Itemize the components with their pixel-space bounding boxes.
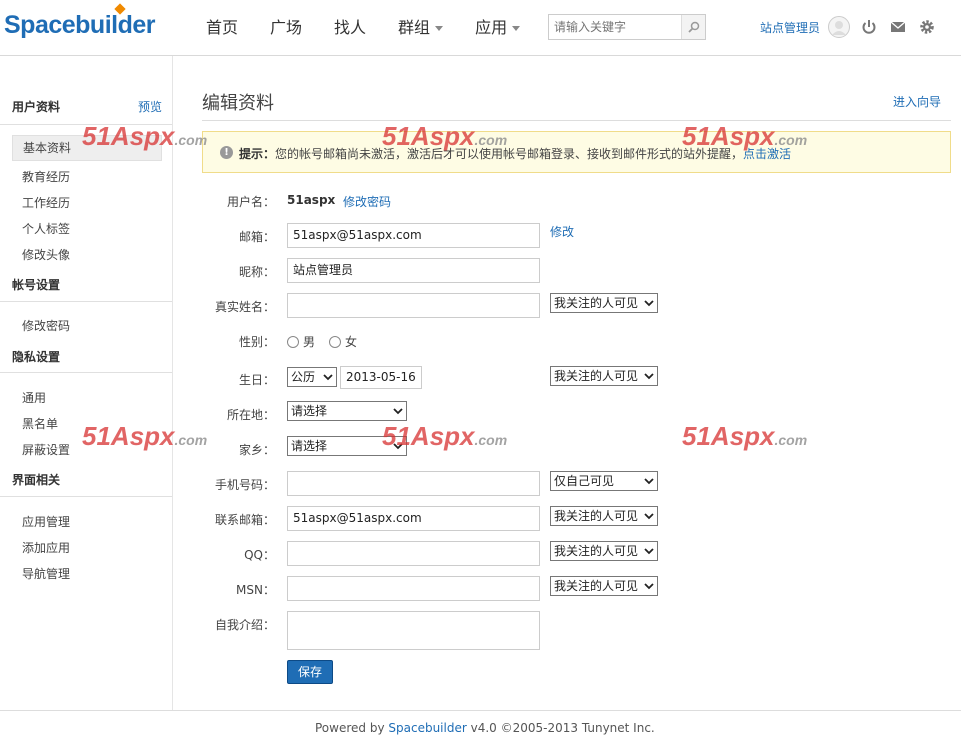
- sidebar-item-app-management[interactable]: 应用管理: [22, 513, 70, 530]
- contact-email-label: 联系邮箱：: [214, 513, 275, 527]
- realname-label: 真实姓名：: [214, 300, 275, 314]
- sidebar-item-general[interactable]: 通用: [22, 389, 46, 406]
- nav-plaza[interactable]: 广场: [254, 0, 318, 56]
- power-icon[interactable]: [860, 18, 878, 36]
- sidebar-item-education[interactable]: 教育经历: [22, 168, 70, 185]
- username-value: 51aspx: [287, 193, 336, 207]
- search-button[interactable]: [681, 15, 705, 39]
- contact-email-privacy-select[interactable]: 我关注的人可见: [550, 506, 658, 526]
- sidebar-heading-account: 帐号设置: [12, 278, 61, 292]
- watermark: 51Aspx.com: [82, 421, 208, 451]
- birthday-privacy-select[interactable]: 我关注的人可见: [550, 366, 658, 386]
- msn-field[interactable]: [287, 576, 540, 601]
- calendar-type-select[interactable]: 公历: [287, 367, 337, 387]
- page-title: 编辑资料: [202, 93, 274, 114]
- chevron-down-icon: [644, 513, 654, 520]
- chevron-down-icon: [644, 478, 654, 485]
- divider: [0, 496, 172, 497]
- divider: [0, 372, 172, 373]
- settings-sidebar: 用户资料 预览 基本资料 教育经历 工作经历 个人标签 修改头像 帐号设置 修改…: [0, 56, 173, 710]
- alert-icon: !: [220, 146, 233, 159]
- nav-apps[interactable]: 应用: [459, 0, 536, 56]
- chevron-down-icon: [644, 373, 654, 380]
- nickname-field[interactable]: 站点管理员: [287, 258, 540, 283]
- divider: [0, 710, 961, 711]
- birthday-label: 生日：: [238, 373, 275, 387]
- mobile-privacy-select[interactable]: 仅自己可见: [550, 471, 658, 491]
- sidebar-item-tags[interactable]: 个人标签: [22, 220, 70, 237]
- gender-female-radio[interactable]: [329, 336, 341, 348]
- watermark: 51Aspx.com: [382, 421, 508, 451]
- qq-privacy-select[interactable]: 我关注的人可见: [550, 541, 658, 561]
- watermark: 51Aspx.com: [682, 121, 808, 151]
- chevron-down-icon: [644, 300, 654, 307]
- username-label: 用户名：: [226, 195, 275, 209]
- msn-privacy-select[interactable]: 我关注的人可见: [550, 576, 658, 596]
- divider: [202, 120, 951, 121]
- hometown-label: 家乡：: [238, 443, 275, 457]
- email-field[interactable]: 51aspx@51aspx.com: [287, 223, 540, 248]
- mobile-label: 手机号码：: [214, 478, 275, 492]
- watermark: 51Aspx.com: [82, 121, 208, 151]
- sidebar-item-avatar[interactable]: 修改头像: [22, 246, 70, 263]
- sidebar-heading-profile: 用户资料: [12, 100, 61, 114]
- nav-home[interactable]: 首页: [190, 0, 254, 56]
- top-navbar: Spacebuilder 首页 广场 找人 群组 应用 站点管理员: [0, 0, 961, 56]
- sidebar-item-nav-management[interactable]: 导航管理: [22, 565, 70, 582]
- change-password-link[interactable]: 修改密码: [343, 193, 391, 210]
- contact-email-field[interactable]: 51aspx@51aspx.com: [287, 506, 540, 531]
- chevron-down-icon: [393, 408, 403, 415]
- gender-female-label: 女: [345, 335, 358, 349]
- birthday-date-field[interactable]: 2013-05-16: [340, 366, 422, 389]
- activation-notice: ! 提示：您的帐号邮箱尚未激活，激活后才可以使用帐号邮箱登录、接收到邮件形式的站…: [202, 131, 951, 173]
- gender-male-label: 男: [303, 335, 316, 349]
- save-button[interactable]: 保存: [287, 660, 333, 684]
- wizard-link[interactable]: 进入向导: [893, 93, 941, 110]
- footer-brand-link[interactable]: Spacebuilder: [388, 721, 466, 735]
- sidebar-item-change-password[interactable]: 修改密码: [22, 317, 70, 334]
- intro-label: 自我介绍：: [214, 618, 275, 632]
- divider: [0, 301, 172, 302]
- intro-textarea[interactable]: [287, 611, 540, 650]
- sidebar-item-block-settings[interactable]: 屏蔽设置: [22, 441, 70, 458]
- realname-field[interactable]: [287, 293, 540, 318]
- sidebar-heading-privacy: 隐私设置: [12, 350, 61, 364]
- chevron-down-icon: [512, 26, 521, 31]
- site-logo[interactable]: Spacebuilder: [4, 3, 156, 40]
- main-nav: 首页 广场 找人 群组 应用: [190, 0, 536, 56]
- search-input[interactable]: [549, 15, 681, 39]
- preview-link[interactable]: 预览: [138, 98, 162, 115]
- sidebar-item-blacklist[interactable]: 黑名单: [22, 415, 58, 432]
- chevron-down-icon: [323, 374, 333, 381]
- realname-privacy-select[interactable]: 我关注的人可见: [550, 293, 658, 313]
- qq-field[interactable]: [287, 541, 540, 566]
- chevron-down-icon: [644, 583, 654, 590]
- chevron-down-icon: [644, 548, 654, 555]
- sidebar-item-add-app[interactable]: 添加应用: [22, 539, 70, 556]
- chevron-down-icon: [435, 26, 444, 31]
- nav-find-people[interactable]: 找人: [318, 0, 382, 56]
- mobile-field[interactable]: [287, 471, 540, 496]
- mail-icon[interactable]: [889, 18, 907, 36]
- qq-label: QQ：: [244, 548, 275, 562]
- footer: Powered by Spacebuilder v4.0 ©2005-2013 …: [315, 721, 655, 735]
- sidebar-item-work[interactable]: 工作经历: [22, 194, 70, 211]
- gender-male-radio[interactable]: [287, 336, 299, 348]
- nav-groups[interactable]: 群组: [382, 0, 459, 56]
- search-box: [548, 14, 706, 40]
- gender-label: 性别：: [238, 335, 275, 349]
- watermark: 51Aspx.com: [382, 121, 508, 151]
- sidebar-heading-ui: 界面相关: [12, 473, 61, 487]
- email-label: 邮箱：: [238, 230, 275, 244]
- user-name-link[interactable]: 站点管理员: [760, 19, 820, 36]
- search-icon: [688, 21, 700, 33]
- msn-label: MSN：: [236, 583, 275, 597]
- gear-icon[interactable]: [918, 18, 936, 36]
- avatar[interactable]: [828, 16, 850, 38]
- location-label: 所在地：: [226, 408, 275, 422]
- nickname-label: 昵称：: [238, 265, 275, 279]
- watermark: 51Aspx.com: [682, 421, 808, 451]
- location-select[interactable]: 请选择: [287, 401, 407, 421]
- edit-email-link[interactable]: 修改: [550, 223, 574, 240]
